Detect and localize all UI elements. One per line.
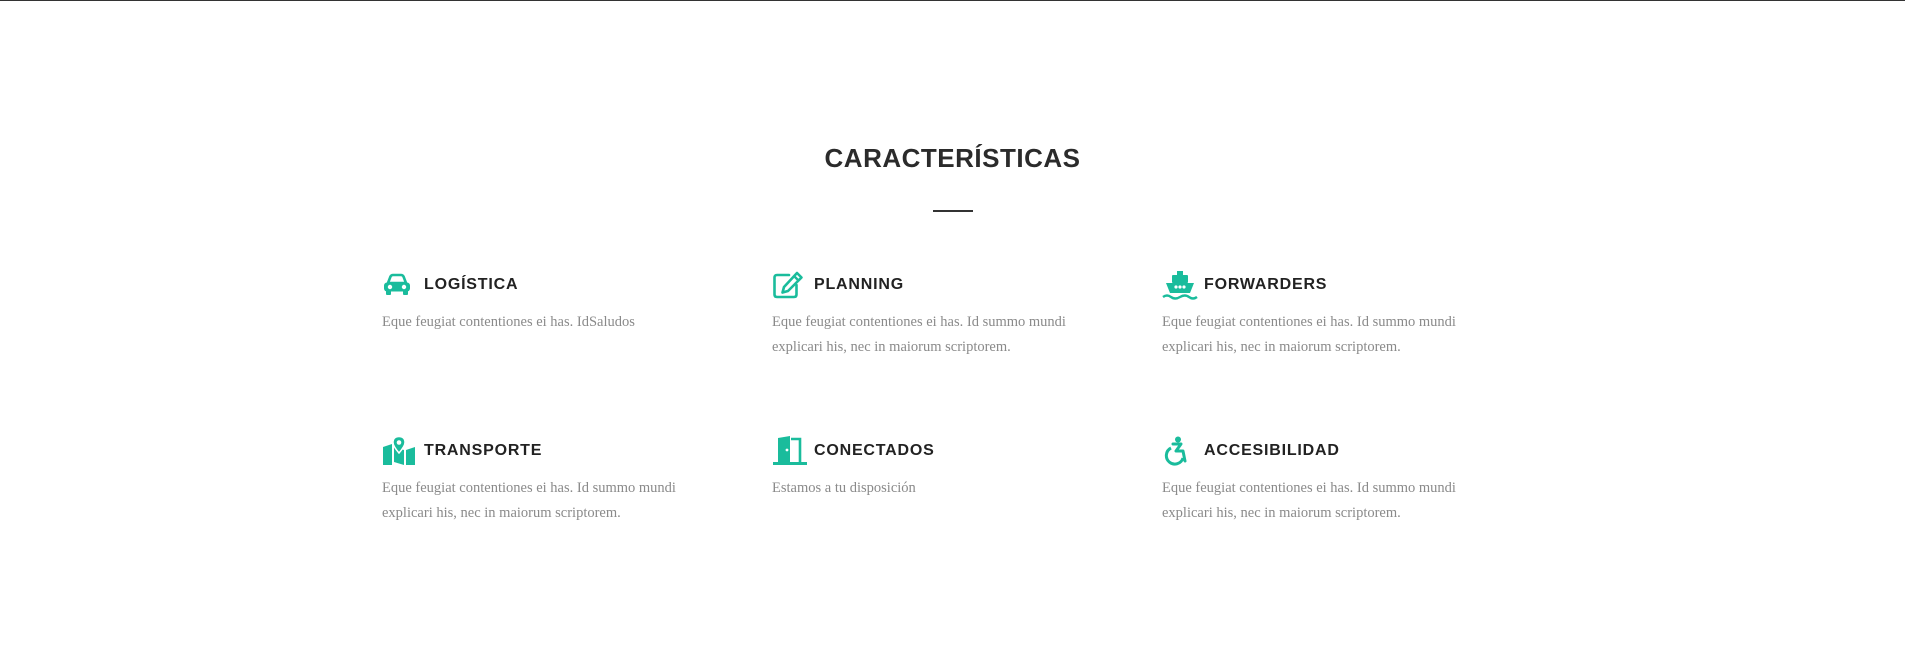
feature-accesibilidad: ACCESIBILIDAD Eque feugiat contentiones … xyxy=(1162,436,1502,526)
section-title: CARACTERÍSTICAS xyxy=(824,143,1081,173)
door-open-icon xyxy=(772,436,808,466)
feature-description: Eque feugiat contentiones ei has. Id sum… xyxy=(1162,480,1456,521)
top-border-line xyxy=(0,0,1905,1)
wheelchair-icon xyxy=(1162,436,1198,466)
edit-icon xyxy=(772,270,808,300)
feature-conectados: CONECTADOS Estamos a tu disposición xyxy=(772,436,1112,501)
feature-description: Estamos a tu disposición xyxy=(772,480,916,496)
feature-logistica: LOGÍSTICA Eque feugiat contentiones ei h… xyxy=(382,270,722,335)
feature-title: ACCESIBILIDAD xyxy=(1204,442,1340,459)
feature-title: LOGÍSTICA xyxy=(424,276,519,293)
feature-description: Eque feugiat contentiones ei has. IdSalu… xyxy=(382,314,635,330)
feature-transporte: TRANSPORTE Eque feugiat contentiones ei … xyxy=(382,436,722,526)
title-divider xyxy=(933,210,973,212)
ship-icon xyxy=(1162,270,1198,300)
feature-description: Eque feugiat contentiones ei has. Id sum… xyxy=(1162,314,1456,355)
feature-title: TRANSPORTE xyxy=(424,442,543,459)
features-section: CARACTERÍSTICAS LOGÍSTICA Eque feugiat c… xyxy=(0,0,1905,664)
feature-title: CONECTADOS xyxy=(814,442,935,459)
feature-title: FORWARDERS xyxy=(1204,276,1328,293)
feature-description: Eque feugiat contentiones ei has. Id sum… xyxy=(382,480,676,521)
feature-title: PLANNING xyxy=(814,276,904,293)
feature-forwarders: FORWARDERS Eque feugiat contentiones ei … xyxy=(1162,270,1502,360)
car-icon xyxy=(382,270,418,300)
map-marker-icon xyxy=(382,436,418,466)
feature-description: Eque feugiat contentiones ei has. Id sum… xyxy=(772,314,1066,355)
feature-planning: PLANNING Eque feugiat contentiones ei ha… xyxy=(772,270,1112,360)
